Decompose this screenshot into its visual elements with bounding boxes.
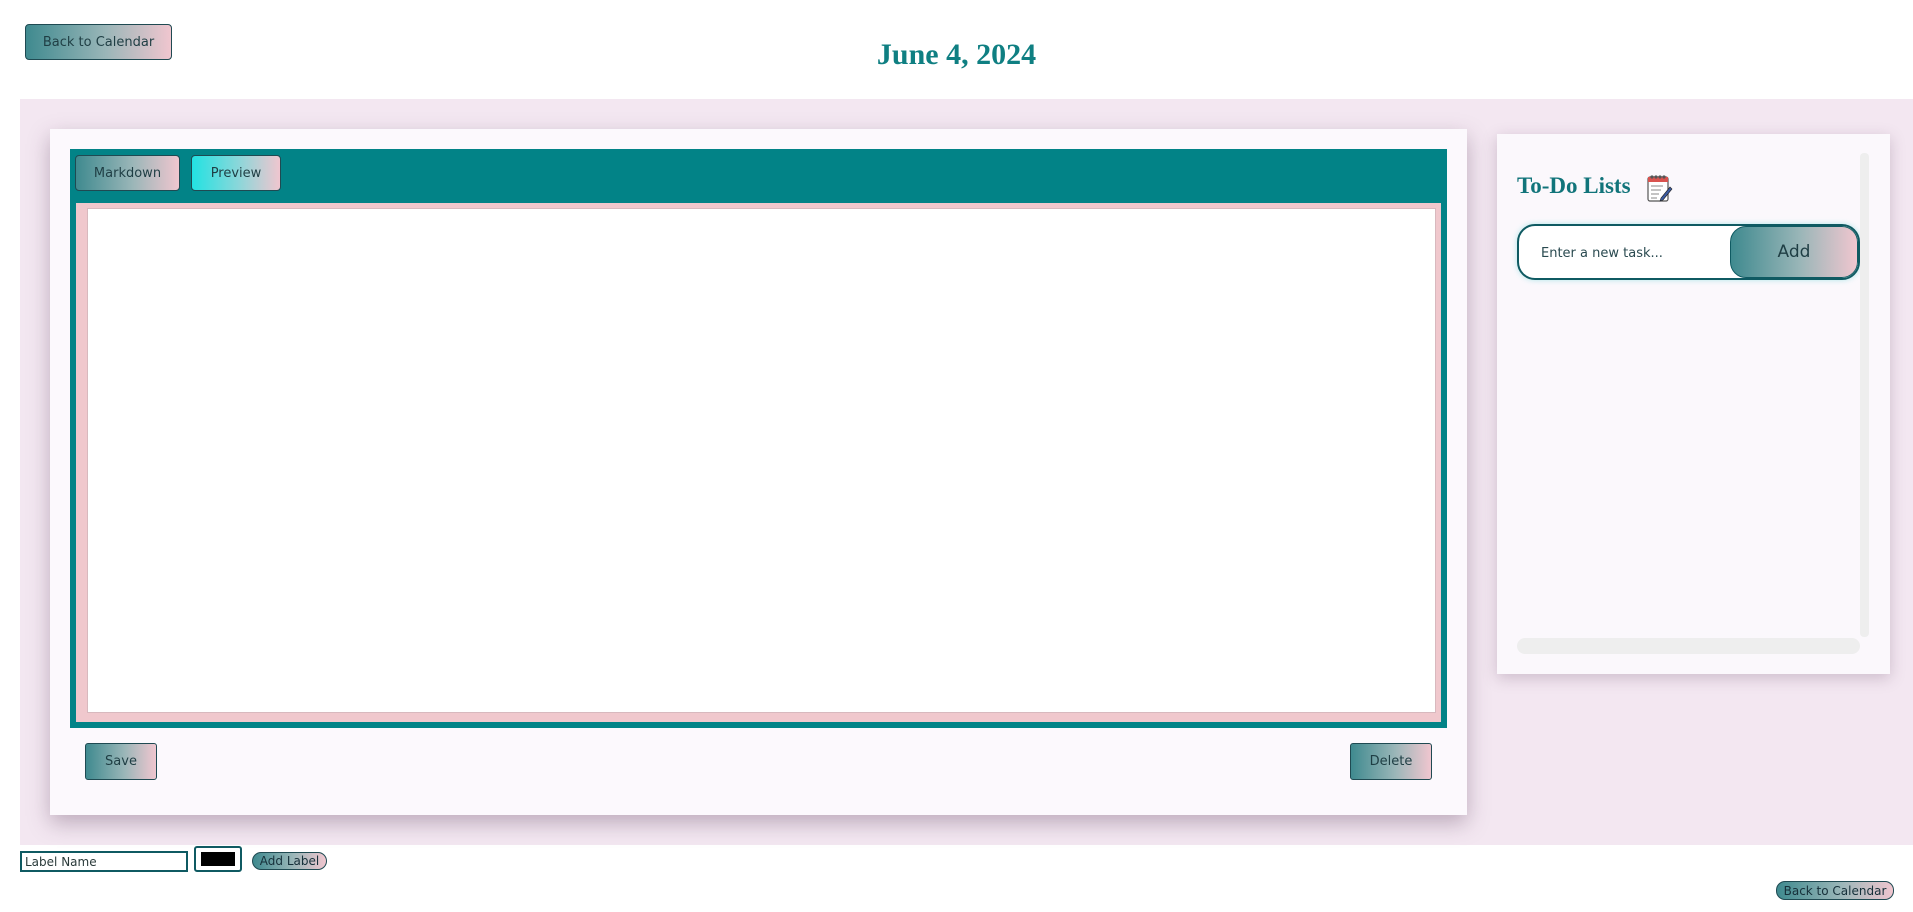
note-editor[interactable]: [87, 208, 1436, 713]
delete-button[interactable]: Delete: [1350, 743, 1432, 780]
back-to-calendar-bottom-button[interactable]: Back to Calendar: [1776, 881, 1894, 900]
page-title: June 4, 2024: [876, 38, 1037, 71]
todo-horizontal-scrollbar[interactable]: [1517, 638, 1860, 654]
todo-vertical-scrollbar[interactable]: [1860, 153, 1869, 637]
label-color-picker[interactable]: [194, 846, 242, 872]
add-label-button[interactable]: Add Label: [252, 852, 327, 870]
todo-panel: [1497, 134, 1890, 674]
label-color-swatch: [201, 852, 235, 866]
notepad-icon: [1645, 173, 1673, 203]
save-button[interactable]: Save: [85, 743, 157, 780]
todo-title: To-Do Lists: [1517, 173, 1631, 198]
tab-preview[interactable]: Preview: [191, 155, 281, 191]
new-task-input[interactable]: [1539, 226, 1723, 278]
todo-input-group: Add: [1517, 224, 1860, 280]
tab-markdown[interactable]: Markdown: [75, 155, 180, 191]
add-task-button[interactable]: Add: [1730, 226, 1858, 278]
label-name-input[interactable]: [20, 851, 188, 872]
